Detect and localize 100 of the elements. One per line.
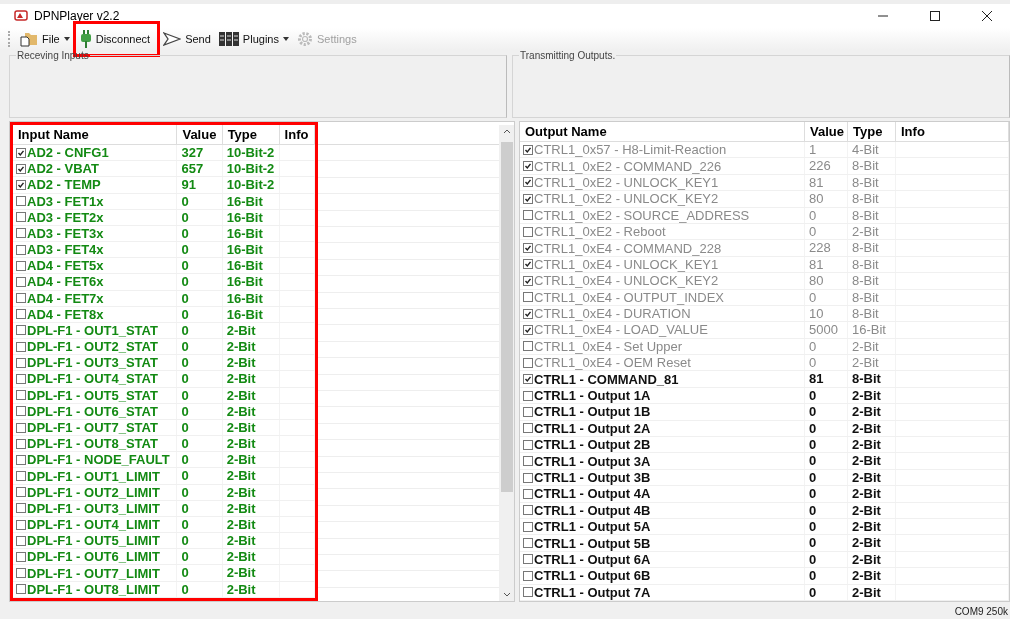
- table-cell: 2-Bit: [852, 453, 881, 469]
- toolbar-button[interactable]: Plugins: [215, 28, 292, 50]
- table-cell: DPL-F1 - OUT8_STAT: [27, 436, 158, 452]
- checkbox[interactable]: [16, 357, 26, 368]
- table-cell: 2-Bit: [226, 549, 256, 565]
- column-header[interactable]: Output Name: [520, 122, 805, 141]
- table-cell: 2-Bit: [226, 355, 256, 371]
- checkbox[interactable]: [16, 147, 26, 158]
- checkbox[interactable]: [16, 471, 26, 481]
- table-cell: 2-Bit: [852, 437, 881, 453]
- checkbox[interactable]: [16, 454, 26, 465]
- checkbox[interactable]: [16, 293, 26, 304]
- table-cell: CTRL1 - Output 6B: [534, 568, 651, 584]
- checkbox[interactable]: [16, 568, 26, 579]
- checkbox[interactable]: [523, 390, 533, 401]
- column-header[interactable]: Type: [222, 125, 280, 144]
- checkbox[interactable]: [523, 374, 533, 385]
- table-cell: 0: [181, 322, 189, 338]
- table-cell: DPL-F1 - OUT4_STAT: [27, 371, 158, 387]
- checkbox[interactable]: [523, 423, 533, 434]
- column-header[interactable]: Input Name: [13, 125, 178, 144]
- checkbox[interactable]: [16, 276, 26, 287]
- checkbox[interactable]: [523, 472, 533, 483]
- checkbox[interactable]: [523, 570, 533, 581]
- table-cell: 8-Bit: [852, 174, 879, 190]
- column-header[interactable]: Info: [896, 122, 1009, 141]
- table-cell: 2-Bit: [226, 371, 256, 387]
- maximize-icon[interactable]: [930, 11, 940, 21]
- checkbox[interactable]: [16, 390, 26, 401]
- table-cell: 16-Bit: [226, 290, 263, 306]
- checkbox[interactable]: [16, 519, 26, 530]
- checkbox[interactable]: [16, 163, 26, 174]
- table-cell: 8-Bit: [852, 191, 879, 207]
- table-cell: 2-Bit: [226, 339, 256, 355]
- checkbox[interactable]: [16, 584, 26, 595]
- table-cell: 0: [181, 225, 189, 241]
- table-cell: 0: [181, 274, 189, 290]
- table-cell: AD2 - TEMP: [27, 177, 101, 193]
- checkbox[interactable]: [16, 244, 26, 255]
- checkbox[interactable]: [523, 554, 533, 565]
- checkbox[interactable]: [16, 341, 26, 352]
- column-header[interactable]: Value: [805, 122, 848, 141]
- column-header[interactable]: Value: [177, 125, 223, 144]
- table-cell: CTRL1_0xE4 - UNLOCK_KEY1: [534, 256, 719, 272]
- column-header[interactable]: Info: [279, 125, 315, 144]
- close-icon[interactable]: [982, 11, 992, 21]
- checkbox[interactable]: [523, 439, 533, 450]
- checkbox[interactable]: [16, 325, 26, 336]
- scrollbar[interactable]: [499, 125, 514, 601]
- checkbox[interactable]: [16, 260, 26, 271]
- table-cell: 16-Bit: [226, 225, 263, 241]
- checkbox[interactable]: [16, 503, 26, 514]
- table-cell: 8-Bit: [852, 305, 879, 321]
- table-cell: 2-Bit: [852, 584, 881, 600]
- scroll-down-icon[interactable]: [502, 592, 511, 597]
- table-cell: 0: [809, 502, 817, 518]
- table-cell: 0: [181, 419, 189, 435]
- checkbox[interactable]: [16, 196, 26, 207]
- checkbox[interactable]: [16, 406, 26, 417]
- checkbox[interactable]: [16, 438, 26, 449]
- table-cell: CTRL1 - Output 6A: [534, 551, 651, 567]
- table-cell: DPL-F1 - OUT8_LIMIT: [27, 581, 160, 597]
- table-cell: 0: [809, 453, 817, 469]
- checkbox[interactable]: [523, 538, 533, 549]
- checkbox[interactable]: [16, 309, 26, 320]
- checkbox[interactable]: [16, 179, 26, 190]
- table-cell: DPL-F1 - OUT3_STAT: [27, 355, 158, 371]
- table-cell: DPL-F1 - OUT7_STAT: [27, 420, 158, 435]
- checkbox[interactable]: [523, 488, 533, 499]
- table-cell: 0: [809, 551, 817, 567]
- table-cell: CTRL1_0xE4 - LOAD_VALUE: [534, 322, 708, 338]
- table-cell: AD4 - FET8x: [27, 306, 104, 322]
- table-cell: 0: [181, 484, 189, 500]
- table-cell: CTRL1 - Output 7A: [534, 584, 651, 600]
- checkbox[interactable]: [523, 587, 533, 598]
- checkbox[interactable]: [16, 228, 26, 239]
- table-cell: 0: [181, 355, 189, 371]
- checkbox[interactable]: [523, 505, 533, 516]
- checkbox[interactable]: [16, 535, 26, 546]
- table-cell: AD4 - FET6x: [27, 274, 104, 290]
- checkbox[interactable]: [523, 406, 533, 417]
- toolbar-button[interactable]: File: [17, 28, 73, 50]
- table-cell: 2-Bit: [852, 223, 879, 239]
- checkbox[interactable]: [16, 422, 26, 433]
- checkbox[interactable]: [16, 374, 26, 384]
- table-cell: 2-Bit: [852, 486, 881, 502]
- table-cell: DPL-F1 - OUT6_LIMIT: [27, 549, 160, 565]
- scroll-up-icon[interactable]: [502, 129, 511, 134]
- column-header[interactable]: Type: [848, 122, 896, 141]
- plug-icon: [79, 30, 92, 48]
- toolbar-button[interactable]: Send: [160, 28, 214, 50]
- table-cell: 2-Bit: [852, 568, 881, 584]
- table-cell: 16-Bit: [226, 193, 263, 209]
- checkbox[interactable]: [16, 212, 26, 223]
- table-cell: CTRL1_0xE2 - UNLOCK_KEY1: [534, 174, 719, 190]
- table-cell: AD4 - FET7x: [27, 290, 104, 306]
- checkbox[interactable]: [523, 521, 533, 532]
- checkbox[interactable]: [16, 551, 26, 562]
- checkbox[interactable]: [523, 456, 533, 467]
- checkbox[interactable]: [16, 487, 26, 498]
